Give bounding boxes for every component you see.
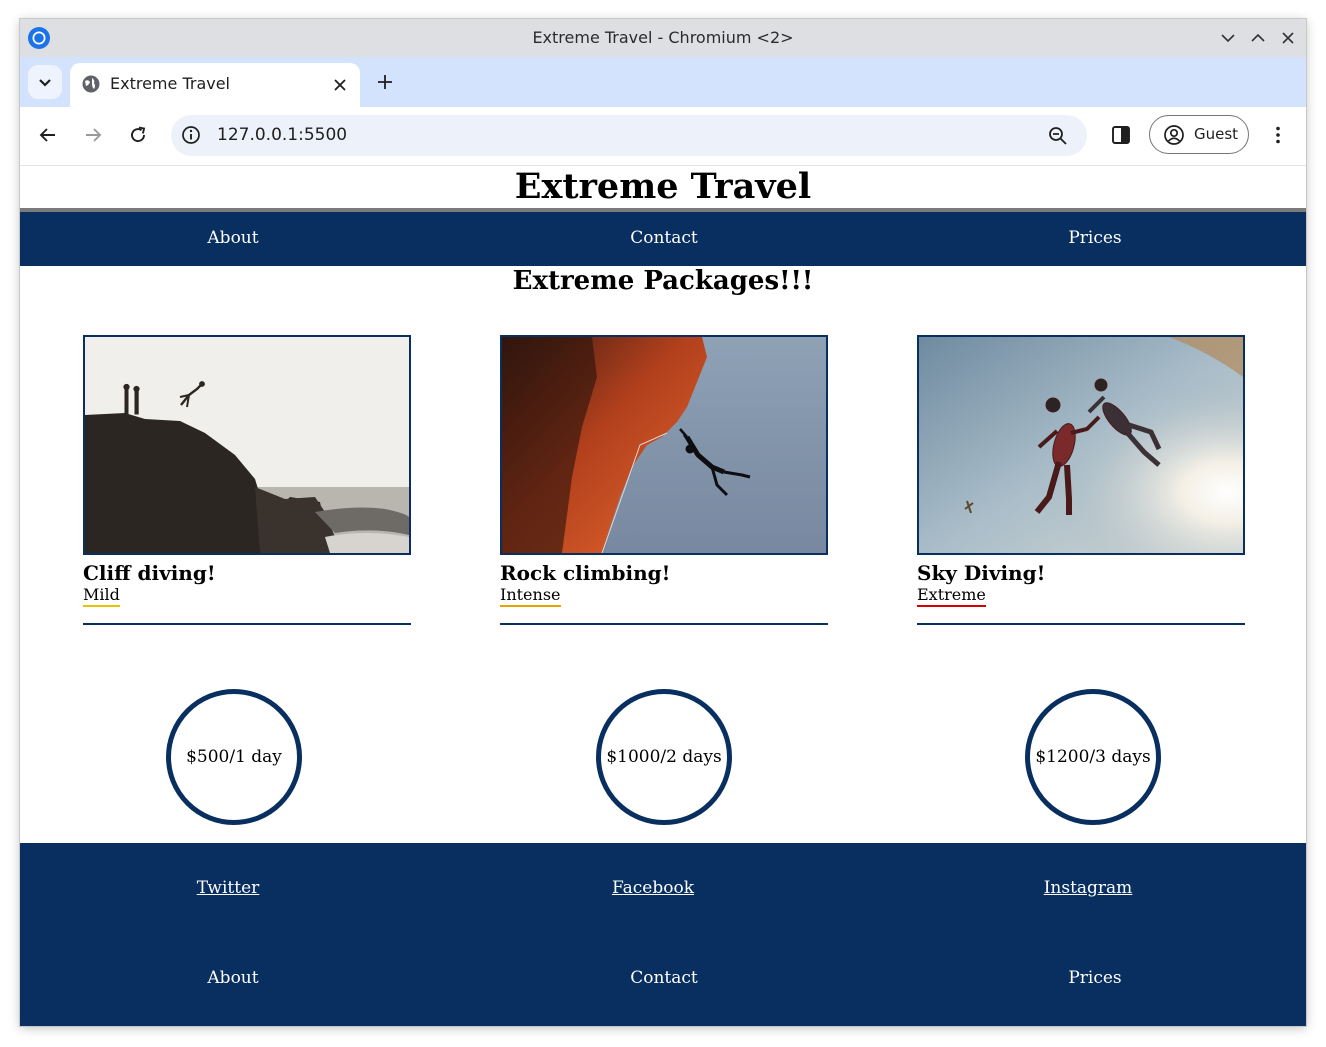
title-bar: Extreme Travel - Chromium <2> [20, 19, 1306, 57]
card-title: Rock climbing! [500, 561, 671, 585]
browser-window: Extreme Travel - Chromium <2> Extreme Tr… [20, 19, 1306, 1026]
intensity-level: Intense [500, 585, 561, 607]
rock-climbing-photo [500, 335, 828, 555]
price-text: $1000/2 days [606, 747, 722, 767]
top-navigation: About Contact Prices [20, 212, 1306, 266]
window-title: Extreme Travel - Chromium <2> [532, 28, 794, 47]
tab-search-button[interactable] [28, 65, 62, 99]
profile-avatar-icon [1164, 125, 1184, 145]
price-badge-1-day: $500/1 day [166, 689, 302, 825]
new-tab-plus-icon[interactable] [374, 71, 396, 93]
zoom-icon[interactable] [1047, 125, 1069, 147]
browser-toolbar: 127.0.0.1:5500 Guest [20, 107, 1306, 166]
facebook-link[interactable]: Facebook [533, 878, 773, 898]
price-badge-2-days: $1000/2 days [596, 689, 732, 825]
nav-link-prices[interactable]: Prices [995, 228, 1195, 248]
footer-link-contact[interactable]: Contact [564, 968, 764, 988]
card-divider [917, 623, 1245, 625]
globe-icon [82, 75, 100, 93]
reload-icon[interactable] [127, 124, 149, 146]
guest-profile-button[interactable]: Guest [1149, 115, 1249, 154]
menu-kebab-icon[interactable] [1267, 124, 1289, 146]
web-page: Extreme Travel About Contact Prices Extr… [20, 166, 1306, 1026]
packages-heading: Extreme Packages!!! [512, 266, 814, 296]
card-title: Sky Diving! [917, 561, 1046, 585]
package-card-cliff-diving: Cliff diving! Mild [83, 335, 411, 625]
site-title: Extreme Travel [20, 166, 1306, 212]
guest-label: Guest [1194, 125, 1239, 143]
nav-link-contact[interactable]: Contact [564, 228, 764, 248]
site-footer: Twitter Facebook Instagram About Contact… [20, 843, 1306, 1026]
card-divider [83, 623, 411, 625]
tab-strip: Extreme Travel [20, 57, 1306, 107]
price-text: $1200/3 days [1035, 747, 1151, 767]
minimize-chevron-down-icon[interactable] [1217, 27, 1239, 49]
side-panel-icon[interactable] [1110, 124, 1132, 146]
footer-link-about[interactable]: About [133, 968, 333, 988]
intensity-level: Mild [83, 585, 120, 607]
chevron-down-icon [39, 79, 51, 87]
address-bar[interactable]: 127.0.0.1:5500 [171, 115, 1087, 156]
nav-link-about[interactable]: About [133, 228, 333, 248]
price-badge-3-days: $1200/3 days [1025, 689, 1161, 825]
footer-link-prices[interactable]: Prices [995, 968, 1195, 988]
sky-diving-photo [917, 335, 1245, 555]
card-divider [500, 623, 828, 625]
tab-extreme-travel[interactable]: Extreme Travel [70, 63, 360, 107]
site-info-icon[interactable] [181, 125, 201, 145]
instagram-link[interactable]: Instagram [968, 878, 1208, 898]
twitter-link[interactable]: Twitter [108, 878, 348, 898]
package-card-sky-diving: Sky Diving! Extreme [917, 335, 1245, 625]
forward-arrow-icon[interactable] [82, 124, 104, 146]
price-text: $500/1 day [186, 747, 282, 767]
close-tab-icon[interactable] [332, 77, 348, 93]
cliff-diving-photo [83, 335, 411, 555]
maximize-chevron-up-icon[interactable] [1247, 27, 1269, 49]
tab-title: Extreme Travel [110, 74, 230, 93]
card-title: Cliff diving! [83, 561, 216, 585]
back-arrow-icon[interactable] [37, 124, 59, 146]
url-text[interactable]: 127.0.0.1:5500 [217, 125, 347, 145]
package-card-rock-climbing: Rock climbing! Intense [500, 335, 828, 625]
close-window-icon[interactable] [1277, 27, 1299, 49]
intensity-level: Extreme [917, 585, 986, 607]
